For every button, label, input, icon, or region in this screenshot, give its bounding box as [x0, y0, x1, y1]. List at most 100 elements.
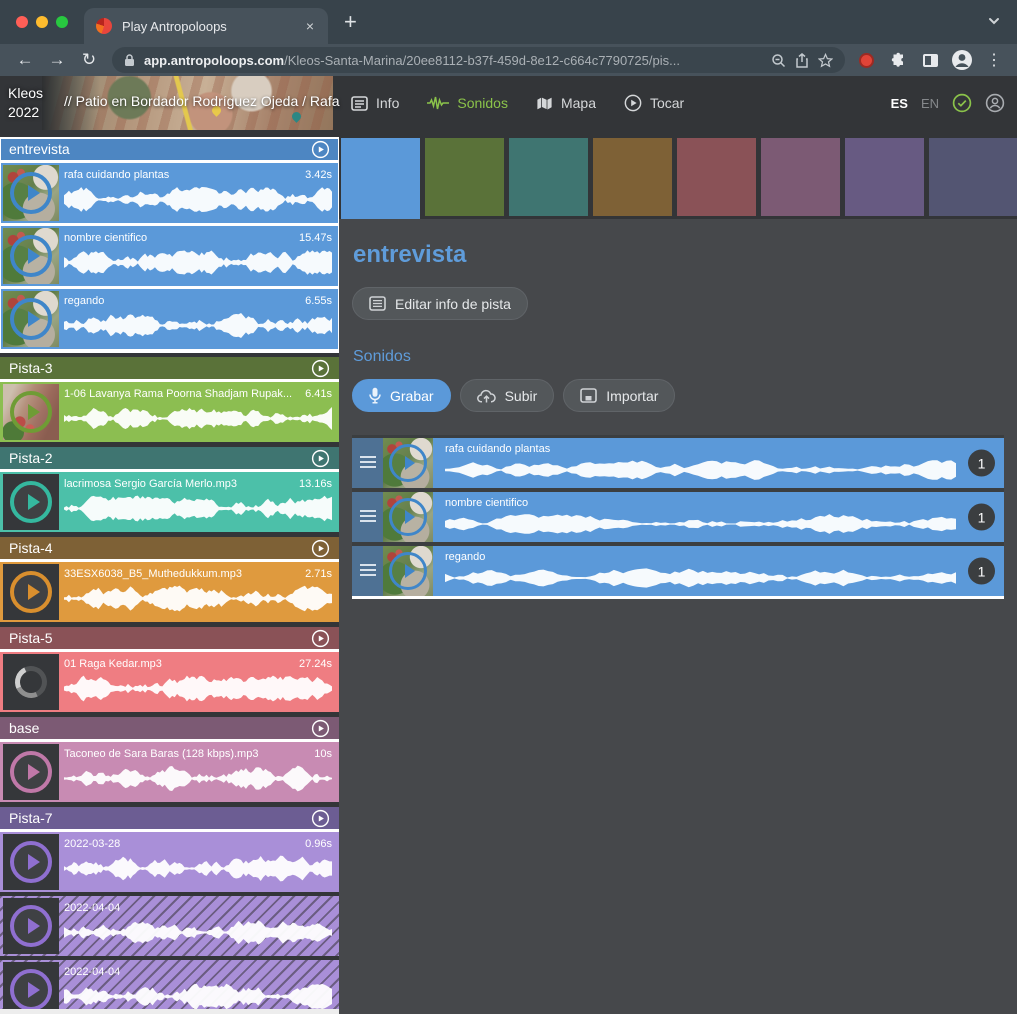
- play-sound-icon[interactable]: [10, 841, 52, 883]
- play-track-icon[interactable]: [311, 719, 330, 738]
- play-track-icon[interactable]: [311, 449, 330, 468]
- lang-es-button[interactable]: ES: [891, 96, 908, 111]
- lock-icon[interactable]: [124, 54, 135, 67]
- browser-menu-icon[interactable]: ⋮: [981, 47, 1007, 73]
- play-sound-icon[interactable]: [10, 298, 52, 340]
- share-icon[interactable]: [795, 53, 809, 68]
- sound-row[interactable]: rafa cuidando plantas 1: [352, 438, 1004, 488]
- play-sound-icon[interactable]: [10, 172, 52, 214]
- tab-info[interactable]: Info: [351, 95, 399, 111]
- sound-thumbnail[interactable]: [383, 492, 433, 542]
- close-window-button[interactable]: [16, 16, 28, 28]
- record-indicator-icon[interactable]: [853, 47, 879, 73]
- sound-thumbnail[interactable]: [3, 898, 59, 954]
- sound-thumbnail[interactable]: [3, 654, 59, 710]
- sound-item[interactable]: 2022-04-04: [0, 896, 339, 956]
- track-header[interactable]: entrevista: [0, 138, 339, 163]
- import-button[interactable]: Importar: [563, 379, 675, 412]
- sound-item[interactable]: rafa cuidando plantas3.42s: [0, 163, 339, 223]
- lang-en-button[interactable]: EN: [921, 96, 939, 111]
- play-sound-icon[interactable]: [10, 751, 52, 793]
- app-logo[interactable]: Kleos 2022: [0, 84, 50, 122]
- sound-row[interactable]: nombre cientifico 1: [352, 492, 1004, 542]
- drag-handle[interactable]: [352, 546, 383, 596]
- sound-thumbnail[interactable]: [3, 228, 59, 284]
- track-swatch[interactable]: [593, 138, 672, 216]
- edit-track-info-button[interactable]: Editar info de pista: [352, 287, 528, 320]
- track-swatch[interactable]: [929, 138, 1017, 216]
- sound-item[interactable]: 2022-03-280.96s: [0, 832, 339, 892]
- new-tab-button[interactable]: +: [344, 4, 357, 40]
- url-bar[interactable]: app.antropoloops.com/Kleos-Santa-Marina/…: [112, 47, 845, 73]
- play-sound-icon[interactable]: [389, 444, 427, 482]
- project-aerial-image[interactable]: // Patio en Bordador Rodríguez Ojeda / R…: [42, 76, 333, 130]
- track-header[interactable]: Pista-4: [0, 537, 339, 562]
- side-panel-icon[interactable]: [917, 47, 943, 73]
- sound-thumbnail[interactable]: [3, 962, 59, 1014]
- sound-item[interactable]: regando6.55s: [0, 289, 339, 349]
- sound-thumbnail[interactable]: [3, 384, 59, 440]
- track-swatch[interactable]: [845, 138, 924, 216]
- sound-item[interactable]: 33ESX6038_B5_Muthedukkum.mp32.71s: [0, 562, 339, 622]
- sound-item[interactable]: 1-06 Lavanya Rama Poorna Shadjam Rupak..…: [0, 382, 339, 442]
- play-sound-icon[interactable]: [10, 969, 52, 1011]
- play-track-icon[interactable]: [311, 359, 330, 378]
- sound-thumbnail[interactable]: [3, 291, 59, 347]
- tab-sonidos[interactable]: Sonidos: [427, 95, 508, 111]
- record-button[interactable]: Grabar: [352, 379, 451, 412]
- sound-item[interactable]: Taconeo de Sara Baras (128 kbps).mp310s: [0, 742, 339, 802]
- track-header[interactable]: Pista-7: [0, 807, 339, 832]
- track-header[interactable]: Pista-5: [0, 627, 339, 652]
- tab-search-chevron-icon[interactable]: [987, 14, 1001, 33]
- url-text[interactable]: app.antropoloops.com/Kleos-Santa-Marina/…: [144, 53, 762, 68]
- track-header[interactable]: Pista-2: [0, 447, 339, 472]
- sound-thumbnail[interactable]: [3, 564, 59, 620]
- account-icon[interactable]: [985, 93, 1005, 113]
- track-header[interactable]: Pista-3: [0, 357, 339, 382]
- zoom-window-button[interactable]: [56, 16, 68, 28]
- sound-thumbnail[interactable]: [3, 834, 59, 890]
- play-sound-icon[interactable]: [389, 552, 427, 590]
- sound-item[interactable]: nombre cientifico15.47s: [0, 226, 339, 286]
- sound-thumbnail[interactable]: [3, 474, 59, 530]
- browser-tab[interactable]: Play Antropoloops ×: [84, 8, 328, 44]
- drag-handle[interactable]: [352, 438, 383, 488]
- play-track-icon[interactable]: [311, 629, 330, 648]
- play-track-icon[interactable]: [311, 140, 330, 159]
- sound-item[interactable]: 01 Raga Kedar.mp327.24s: [0, 652, 339, 712]
- sound-thumbnail[interactable]: [383, 438, 433, 488]
- sound-thumbnail[interactable]: [3, 165, 59, 221]
- play-sound-icon[interactable]: [389, 498, 427, 536]
- play-sound-icon[interactable]: [10, 571, 52, 613]
- track-swatch[interactable]: [425, 138, 504, 216]
- drag-handle[interactable]: [352, 492, 383, 542]
- loop-count-badge[interactable]: 1: [968, 450, 995, 477]
- sound-thumbnail[interactable]: [3, 744, 59, 800]
- reload-button[interactable]: ↻: [74, 47, 104, 73]
- loop-count-badge[interactable]: 1: [968, 504, 995, 531]
- play-sound-icon[interactable]: [10, 391, 52, 433]
- zoom-out-icon[interactable]: [771, 53, 786, 68]
- sound-item[interactable]: 2022-04-04: [0, 960, 339, 1014]
- track-swatch[interactable]: [761, 138, 840, 216]
- play-sound-icon[interactable]: [10, 905, 52, 947]
- track-header[interactable]: base: [0, 717, 339, 742]
- extensions-puzzle-icon[interactable]: [885, 47, 911, 73]
- tab-close-icon[interactable]: ×: [304, 18, 316, 34]
- sound-item[interactable]: lacrimosa Sergio García Merlo.mp313.16s: [0, 472, 339, 532]
- tab-tocar[interactable]: Tocar: [624, 94, 684, 112]
- minimize-window-button[interactable]: [36, 16, 48, 28]
- forward-button[interactable]: →: [42, 47, 72, 73]
- play-sound-icon[interactable]: [10, 481, 52, 523]
- profile-avatar-icon[interactable]: [949, 47, 975, 73]
- play-track-icon[interactable]: [311, 539, 330, 558]
- sound-thumbnail[interactable]: [383, 546, 433, 596]
- track-swatch[interactable]: [677, 138, 756, 216]
- back-button[interactable]: ←: [10, 47, 40, 73]
- loop-count-badge[interactable]: 1: [968, 558, 995, 585]
- track-swatch[interactable]: [509, 138, 588, 216]
- sound-row[interactable]: regando 1: [352, 546, 1004, 596]
- play-track-icon[interactable]: [311, 809, 330, 828]
- upload-button[interactable]: Subir: [460, 379, 555, 412]
- bookmark-star-icon[interactable]: [818, 53, 833, 68]
